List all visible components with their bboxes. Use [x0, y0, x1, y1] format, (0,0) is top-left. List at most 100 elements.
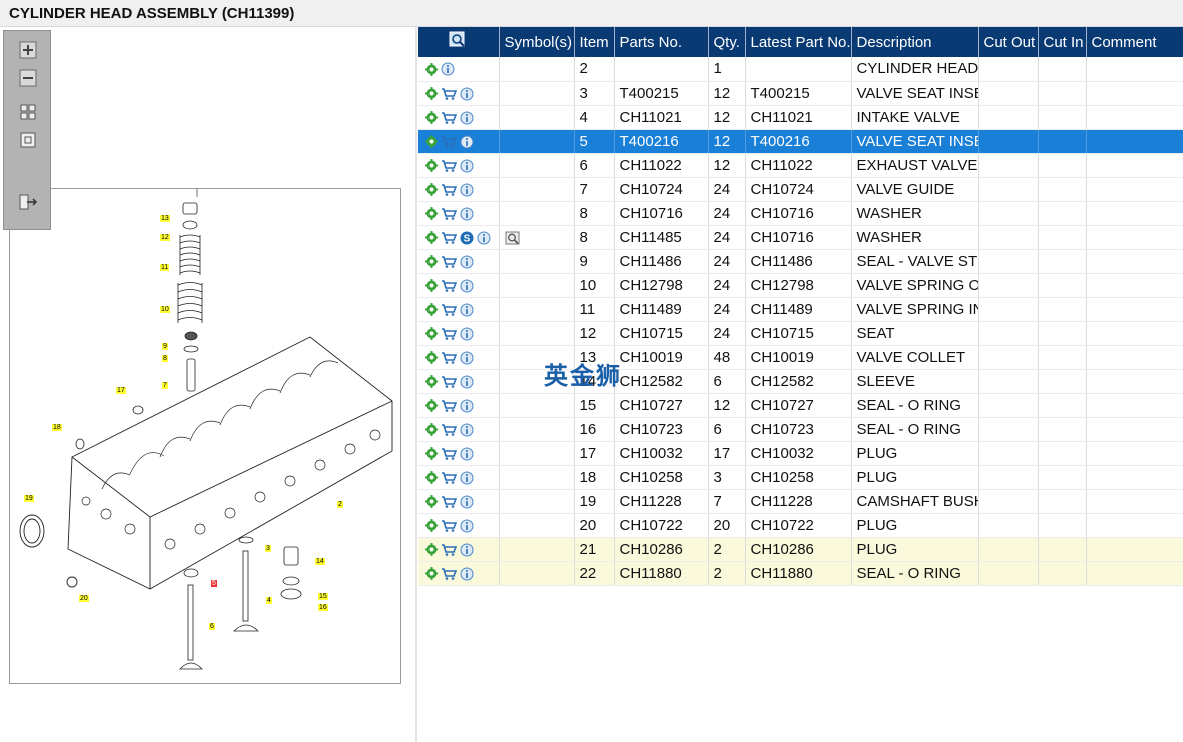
callout-9[interactable]: 9	[162, 343, 168, 350]
info-icon[interactable]	[460, 375, 474, 389]
info-icon[interactable]	[460, 471, 474, 485]
gear-icon[interactable]	[425, 543, 438, 557]
info-icon[interactable]	[460, 399, 474, 413]
table-row[interactable]: 12 CH10715 24 CH10715 SEAT	[418, 321, 1183, 346]
header-symbols[interactable]: Symbol(s)	[499, 27, 575, 57]
callout-3[interactable]: 3	[265, 545, 271, 552]
callout-10[interactable]: 10	[160, 306, 170, 313]
callout-4[interactable]: 4	[266, 597, 272, 604]
callout-17[interactable]: 17	[116, 387, 126, 394]
info-icon[interactable]	[441, 62, 455, 76]
header-cut-in[interactable]: Cut In	[1038, 27, 1087, 57]
header-qty[interactable]: Qty.	[708, 27, 746, 57]
table-row[interactable]: 6 CH11022 12 CH11022 EXHAUST VALVE	[418, 153, 1183, 178]
header-parts-no[interactable]: Parts No.	[614, 27, 709, 57]
info-icon[interactable]	[460, 423, 474, 437]
cart-icon[interactable]	[441, 327, 457, 340]
info-icon[interactable]	[460, 135, 474, 149]
info-icon[interactable]	[460, 351, 474, 365]
gear-icon[interactable]	[425, 135, 438, 149]
gear-icon[interactable]	[425, 62, 438, 76]
cart-icon[interactable]	[441, 183, 457, 196]
table-row[interactable]: 21 CH10286 2 CH10286 PLUG	[418, 537, 1183, 562]
cart-icon[interactable]	[441, 207, 457, 220]
callout-14[interactable]: 14	[315, 558, 325, 565]
gear-icon[interactable]	[425, 87, 438, 101]
supersession-badge-icon[interactable]: S	[460, 231, 474, 245]
info-icon[interactable]	[460, 327, 474, 341]
info-icon[interactable]	[460, 495, 474, 509]
header-latest-part-no[interactable]: Latest Part No.	[745, 27, 852, 57]
info-icon[interactable]	[460, 183, 474, 197]
table-row[interactable]: 16 CH10723 6 CH10723 SEAL - O RING	[418, 417, 1183, 442]
callout-2[interactable]: 2	[337, 501, 343, 508]
cart-icon[interactable]	[441, 279, 457, 292]
callout-8[interactable]: 8	[162, 355, 168, 362]
callout-6[interactable]: 6	[209, 623, 215, 630]
cart-icon[interactable]	[441, 87, 457, 100]
gear-icon[interactable]	[425, 183, 438, 197]
cart-icon[interactable]	[441, 519, 457, 532]
callout-12[interactable]: 12	[160, 234, 170, 241]
gear-icon[interactable]	[425, 159, 438, 173]
callout-11[interactable]: 11	[160, 264, 170, 271]
table-row[interactable]: 11CH1148924CH11489VALVE SPRING INNER	[418, 297, 1183, 322]
gear-icon[interactable]	[425, 207, 438, 221]
header-cut-out[interactable]: Cut Out	[978, 27, 1039, 57]
cart-icon[interactable]	[441, 543, 457, 556]
zoom-in-button[interactable]	[17, 39, 39, 61]
magnifier-icon[interactable]	[505, 231, 521, 245]
table-row[interactable]: 19 CH11228 7 CH11228 CAMSHAFT BUSH	[418, 489, 1183, 514]
zoom-out-button[interactable]	[17, 67, 39, 89]
info-icon[interactable]	[460, 519, 474, 533]
header-description[interactable]: Description	[851, 27, 979, 57]
gear-icon[interactable]	[425, 447, 438, 461]
table-row[interactable]: 3T40021512T400215VALVE SEAT INSERT	[418, 81, 1183, 106]
gear-icon[interactable]	[425, 567, 438, 581]
cart-icon[interactable]	[441, 231, 457, 244]
callout-20[interactable]: 20	[79, 595, 89, 602]
info-icon[interactable]	[460, 279, 474, 293]
table-row[interactable]: 14 CH12582 6 CH12582 SLEEVE	[418, 369, 1183, 394]
cart-icon[interactable]	[441, 351, 457, 364]
table-row[interactable]: 8 CH10716 24 CH10716 WASHER	[418, 201, 1183, 226]
cart-icon[interactable]	[441, 111, 457, 124]
pane-splitter[interactable]	[415, 27, 417, 742]
cart-icon[interactable]	[441, 135, 457, 148]
cart-icon[interactable]	[441, 399, 457, 412]
header-item[interactable]: Item	[574, 27, 615, 57]
gear-icon[interactable]	[425, 231, 438, 245]
callout-7[interactable]: 7	[162, 382, 168, 389]
fit-page-button[interactable]	[17, 129, 39, 151]
gear-icon[interactable]	[425, 279, 438, 293]
cart-icon[interactable]	[441, 495, 457, 508]
info-icon[interactable]	[460, 567, 474, 581]
cart-icon[interactable]	[441, 447, 457, 460]
table-row[interactable]: 9CH1148624CH11486SEAL - VALVE STEM	[418, 249, 1183, 274]
gear-icon[interactable]	[425, 111, 438, 125]
callout-5[interactable]: 5	[211, 580, 217, 587]
cart-icon[interactable]	[441, 423, 457, 436]
info-icon[interactable]	[460, 207, 474, 221]
cart-icon[interactable]	[441, 375, 457, 388]
callout-13[interactable]: 13	[160, 215, 170, 222]
info-icon[interactable]	[460, 303, 474, 317]
callout-16[interactable]: 16	[318, 604, 328, 611]
gear-icon[interactable]	[425, 303, 438, 317]
info-icon[interactable]	[460, 159, 474, 173]
cart-icon[interactable]	[441, 471, 457, 484]
gear-icon[interactable]	[425, 423, 438, 437]
header-search[interactable]	[418, 27, 500, 57]
table-row[interactable]: 5T40021612T400216VALVE SEAT INSERT	[418, 129, 1183, 154]
gear-icon[interactable]	[425, 351, 438, 365]
info-icon[interactable]	[477, 231, 491, 245]
gear-icon[interactable]	[425, 255, 438, 269]
table-row[interactable]: S 8 CH11485 24 CH10716 WASHER	[418, 225, 1183, 250]
gear-icon[interactable]	[425, 399, 438, 413]
callout-15[interactable]: 15	[318, 593, 328, 600]
table-row[interactable]: 4 CH11021 12 CH11021 INTAKE VALVE	[418, 105, 1183, 130]
cart-icon[interactable]	[441, 159, 457, 172]
table-row[interactable]: 7 CH10724 24 CH10724 VALVE GUIDE	[418, 177, 1183, 202]
cart-icon[interactable]	[441, 567, 457, 580]
info-icon[interactable]	[460, 255, 474, 269]
